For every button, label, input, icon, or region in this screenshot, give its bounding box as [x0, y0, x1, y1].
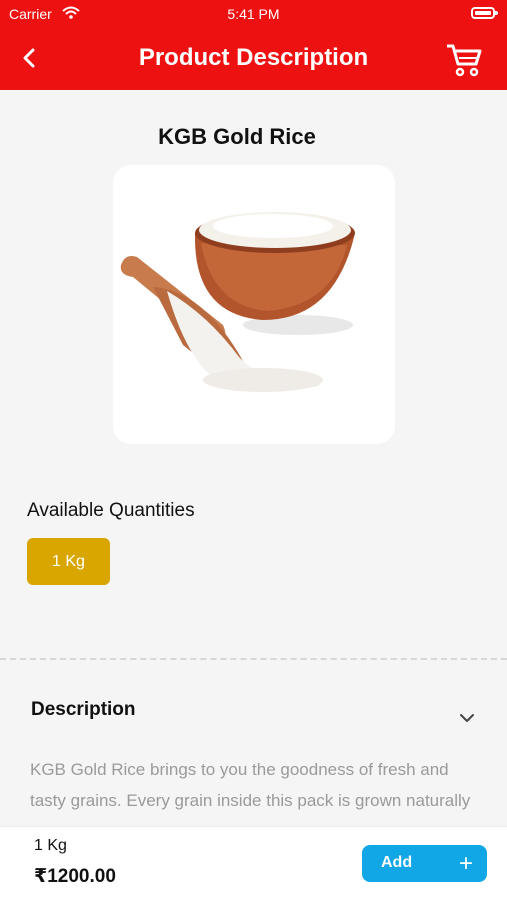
section-divider — [0, 658, 507, 660]
rice-bowl-image — [120, 212, 355, 392]
plus-icon: + — [458, 850, 473, 877]
product-price: ₹1200.00 — [34, 866, 116, 887]
product-name: KGB Gold Rice — [158, 124, 316, 149]
description-text: KGB Gold Rice brings to you the goodness… — [30, 760, 471, 810]
product-image-card — [113, 165, 395, 444]
status-bar: Carrier 5:41 PM — [0, 0, 507, 28]
header: Carrier 5:41 PM Product Description — [0, 0, 507, 90]
chevron-down-icon — [460, 714, 474, 722]
description-heading: Description — [31, 699, 136, 720]
add-button-label: Add — [381, 854, 413, 871]
available-quantities-label: Available Quantities — [27, 500, 195, 521]
clock: 5:41 PM — [227, 6, 280, 22]
cart-icon — [447, 44, 482, 77]
battery-icon — [471, 7, 498, 19]
selected-quantity: 1 Kg — [34, 837, 67, 854]
page-title: Product Description — [138, 44, 369, 71]
add-to-cart-button[interactable]: Add + — [362, 845, 487, 882]
bottom-bar: 1 Kg ₹1200.00 Add + — [0, 826, 507, 901]
quantity-option-1kg[interactable]: 1 Kg — [27, 538, 110, 585]
cart-button[interactable] — [445, 40, 483, 78]
description-toggle[interactable] — [456, 707, 478, 729]
